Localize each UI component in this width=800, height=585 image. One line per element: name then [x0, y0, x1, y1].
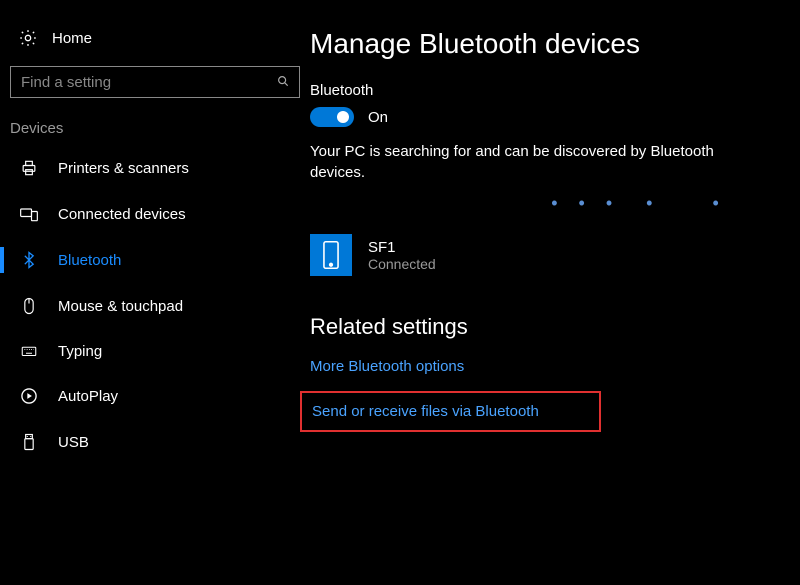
connected-devices-icon	[18, 204, 40, 224]
autoplay-icon	[18, 386, 40, 406]
sidebar-item-label: Connected devices	[58, 206, 186, 223]
page-title: Manage Bluetooth devices	[310, 28, 788, 60]
sidebar-item-label: AutoPlay	[58, 388, 118, 405]
sidebar-item-label: Typing	[58, 343, 102, 360]
more-bluetooth-options-link[interactable]: More Bluetooth options	[310, 358, 788, 375]
search-icon	[276, 74, 290, 88]
search-status-text: Your PC is searching for and can be disc…	[310, 141, 730, 183]
sidebar-item-label: USB	[58, 434, 89, 451]
mouse-icon	[18, 296, 40, 316]
sidebar-item-mouse[interactable]: Mouse & touchpad	[0, 283, 310, 329]
device-row[interactable]: SF1 Connected	[310, 228, 788, 296]
sidebar-item-label: Bluetooth	[58, 252, 121, 269]
sidebar-item-label: Mouse & touchpad	[58, 298, 183, 315]
bluetooth-icon	[18, 250, 40, 270]
sidebar-item-printers[interactable]: Printers & scanners	[0, 145, 310, 191]
toggle-knob	[337, 111, 349, 123]
sidebar-item-connected-devices[interactable]: Connected devices	[0, 191, 310, 237]
gear-icon	[18, 28, 38, 48]
phone-icon	[310, 234, 352, 276]
search-container	[10, 66, 300, 98]
device-name: SF1	[368, 239, 436, 256]
send-receive-files-link[interactable]: Send or receive files via Bluetooth	[300, 391, 601, 432]
device-status: Connected	[368, 256, 436, 272]
search-input[interactable]	[10, 66, 300, 98]
keyboard-icon	[18, 342, 40, 360]
sidebar-item-autoplay[interactable]: AutoPlay	[0, 373, 310, 419]
home-nav[interactable]: Home	[0, 28, 310, 66]
home-label: Home	[52, 30, 92, 47]
progress-dots: • • • • •	[490, 193, 788, 214]
toggle-state-text: On	[368, 109, 388, 126]
usb-icon	[18, 432, 40, 452]
bluetooth-label: Bluetooth	[310, 82, 788, 99]
bluetooth-toggle[interactable]	[310, 107, 354, 127]
related-settings-header: Related settings	[310, 314, 788, 340]
sidebar-item-usb[interactable]: USB	[0, 419, 310, 465]
sidebar-item-bluetooth[interactable]: Bluetooth	[0, 237, 310, 283]
sidebar-item-typing[interactable]: Typing	[0, 329, 310, 373]
section-header: Devices	[0, 114, 310, 145]
sidebar-item-label: Printers & scanners	[58, 160, 189, 177]
printer-icon	[18, 158, 40, 178]
